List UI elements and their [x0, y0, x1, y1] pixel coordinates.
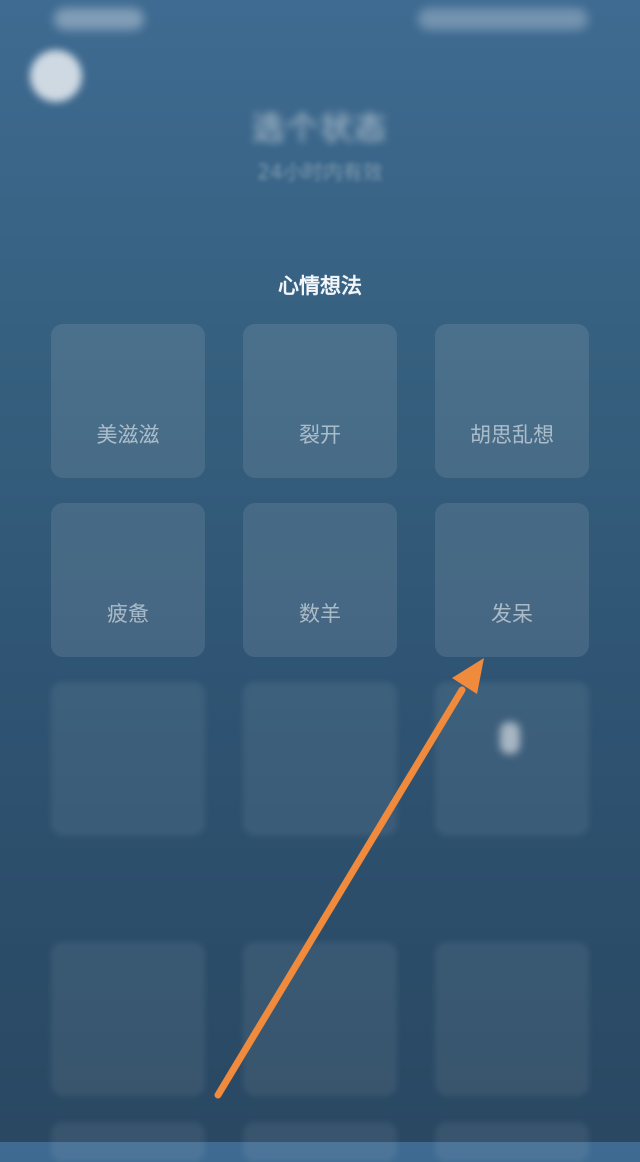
status-tile-liekai[interactable]: 裂开	[243, 324, 397, 478]
status-tile-meizizi[interactable]: 美滋滋	[51, 324, 205, 478]
status-tile-blurred[interactable]	[51, 942, 205, 1096]
status-tile-shuyang[interactable]: 数羊	[243, 503, 397, 657]
status-tile-label: 胡思乱想	[470, 423, 554, 447]
section-title-mood: 心情想法	[278, 273, 362, 298]
status-tile-blurred[interactable]	[243, 942, 397, 1096]
status-bar-right	[418, 8, 588, 30]
status-tile-label: 发呆	[491, 602, 533, 626]
status-bar	[0, 0, 640, 44]
status-tile-blurred[interactable]	[435, 682, 589, 836]
page-subtitle: 24小时内有效	[257, 160, 383, 184]
status-tile-blurred[interactable]	[435, 942, 589, 1096]
status-tile-pibei[interactable]: 疲惫	[51, 503, 205, 657]
status-tile-blurred[interactable]	[51, 1122, 205, 1162]
status-tile-blurred[interactable]	[243, 1122, 397, 1162]
status-tile-label: 裂开	[299, 423, 341, 447]
status-tile-blurred[interactable]	[243, 682, 397, 836]
status-tile-label: 美滋滋	[96, 423, 160, 447]
status-tile-label: 数羊	[299, 602, 341, 626]
status-icon	[500, 722, 520, 754]
page-title: 选个状态	[251, 109, 388, 147]
status-tile-blurred[interactable]	[51, 682, 205, 836]
avatar[interactable]	[30, 50, 82, 102]
status-tile-blurred[interactable]	[435, 1122, 589, 1162]
status-tile-label: 疲惫	[107, 602, 149, 626]
status-tile-fadai[interactable]: 发呆	[435, 503, 589, 657]
status-bar-left	[54, 8, 144, 30]
status-tile-husiluanxiang[interactable]: 胡思乱想	[435, 324, 589, 478]
